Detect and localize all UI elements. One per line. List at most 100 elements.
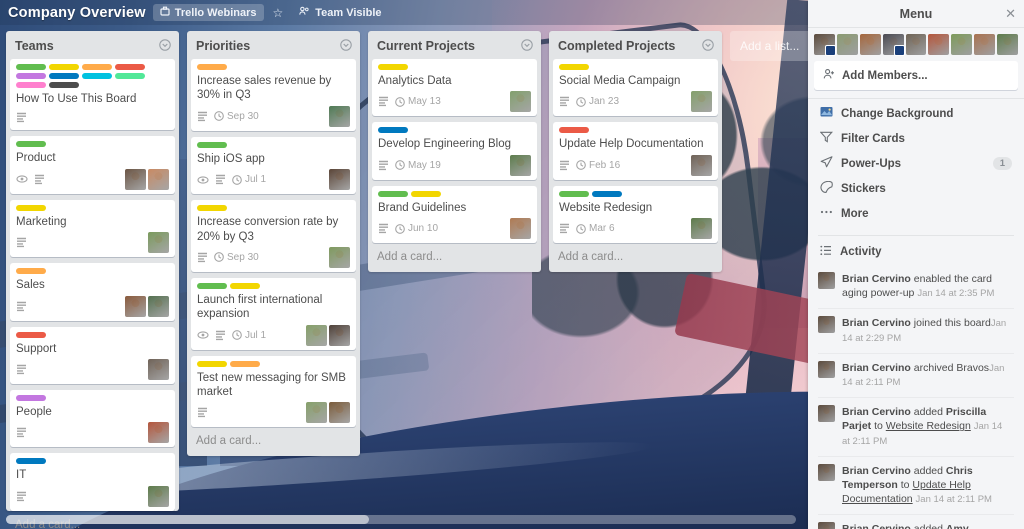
avatar[interactable] xyxy=(148,232,169,254)
activity-card-link[interactable]: Website Redesign xyxy=(886,420,971,432)
card[interactable]: Product xyxy=(10,136,175,194)
due-date-badge[interactable]: Sep 30 xyxy=(214,252,259,263)
member-avatar[interactable] xyxy=(951,34,973,55)
avatar[interactable] xyxy=(818,360,835,378)
card[interactable]: Website Redesign Mar 6 xyxy=(553,185,718,244)
sidebar-item-power-ups[interactable]: Power-Ups 1 xyxy=(808,151,1024,176)
card-label[interactable] xyxy=(559,190,589,197)
visibility-button[interactable]: Team Visible xyxy=(292,4,388,21)
avatar[interactable] xyxy=(818,522,835,529)
due-date-badge[interactable]: Feb 16 xyxy=(576,160,620,171)
avatar[interactable] xyxy=(691,91,712,113)
sidebar-item-stickers[interactable]: Stickers xyxy=(808,176,1024,201)
activity-actor[interactable]: Brian Cervino xyxy=(842,317,911,329)
avatar[interactable] xyxy=(125,168,146,190)
card[interactable]: Support xyxy=(10,326,175,384)
card-label[interactable] xyxy=(16,204,46,211)
card[interactable]: Marketing xyxy=(10,199,175,258)
card-label[interactable] xyxy=(230,360,260,367)
due-date-badge[interactable]: Jan 23 xyxy=(576,96,619,107)
due-date-badge[interactable]: Sep 30 xyxy=(214,111,259,122)
card-label[interactable] xyxy=(411,190,441,197)
avatar[interactable] xyxy=(818,272,835,289)
card-labels[interactable] xyxy=(197,64,350,70)
chevron-down-circle-icon[interactable] xyxy=(340,39,352,53)
card-labels[interactable] xyxy=(16,141,169,148)
avatar[interactable] xyxy=(510,218,531,240)
card-label[interactable] xyxy=(197,282,227,289)
add-card-button[interactable]: Add a card... xyxy=(187,427,360,456)
board-horizontal-scrollbar[interactable] xyxy=(6,515,796,524)
member-avatar[interactable] xyxy=(814,34,836,56)
card-labels[interactable] xyxy=(197,205,350,212)
member-avatar[interactable] xyxy=(997,34,1019,55)
avatar[interactable] xyxy=(148,485,169,507)
avatar[interactable] xyxy=(329,105,350,127)
due-date-badge[interactable]: Jul 1 xyxy=(232,330,266,341)
close-icon[interactable]: ✕ xyxy=(1005,7,1016,20)
card-labels[interactable] xyxy=(197,360,350,367)
card-label[interactable] xyxy=(197,64,227,70)
card-label[interactable] xyxy=(378,190,408,197)
member-avatar[interactable] xyxy=(836,34,858,55)
card-labels[interactable] xyxy=(16,204,169,211)
card[interactable]: Sales xyxy=(10,263,175,321)
card-labels[interactable] xyxy=(16,268,169,275)
card[interactable]: Launch first international expansion Jul … xyxy=(191,277,356,350)
activity-actor[interactable]: Brian Cervino xyxy=(842,465,911,477)
card[interactable]: People xyxy=(10,389,175,448)
avatar[interactable] xyxy=(329,324,350,346)
page-title[interactable]: Company Overview xyxy=(8,5,146,21)
avatar[interactable] xyxy=(818,405,835,423)
card[interactable]: Update Help Documentation Feb 16 xyxy=(553,122,718,180)
card-label[interactable] xyxy=(49,64,79,70)
avatar[interactable] xyxy=(148,295,169,317)
card[interactable]: How To Use This Board xyxy=(10,59,175,131)
due-date-badge[interactable]: Mar 6 xyxy=(576,223,615,234)
card-label[interactable] xyxy=(378,64,408,70)
chevron-down-circle-icon[interactable] xyxy=(159,39,171,53)
scrollbar-thumb[interactable] xyxy=(6,515,370,524)
avatar[interactable] xyxy=(329,246,350,268)
add-card-button[interactable]: Add a card... xyxy=(549,243,722,272)
activity-actor[interactable]: Brian Cervino xyxy=(842,523,911,529)
avatar[interactable] xyxy=(818,315,835,333)
sidebar-item-filter-cards[interactable]: Filter Cards xyxy=(808,126,1024,151)
card-label[interactable] xyxy=(197,360,227,367)
card-label[interactable] xyxy=(16,141,46,148)
card-labels[interactable] xyxy=(378,64,531,70)
activity-actor[interactable]: Brian Cervino xyxy=(842,273,911,285)
card-label[interactable] xyxy=(16,394,46,401)
avatar[interactable] xyxy=(148,358,169,380)
card[interactable]: Increase conversion rate by 20% by Q3 Sep… xyxy=(191,200,356,272)
member-avatar[interactable] xyxy=(882,34,905,56)
due-date-badge[interactable]: May 13 xyxy=(395,96,441,107)
add-card-button[interactable]: Add a card... xyxy=(368,243,541,272)
card-label[interactable] xyxy=(592,190,622,197)
avatar[interactable] xyxy=(691,218,712,240)
add-members-button[interactable]: Add Members... xyxy=(814,61,1018,90)
avatar[interactable] xyxy=(510,91,531,113)
card-labels[interactable] xyxy=(559,127,712,134)
sidebar-menu-items[interactable]: Change Background Filter Cards Power-Ups 1 S… xyxy=(808,98,1024,230)
card-labels[interactable] xyxy=(16,394,169,401)
card-label[interactable] xyxy=(16,82,46,88)
card-labels[interactable] xyxy=(197,141,350,148)
board-lists-container[interactable]: Teams How To Use This Board Product Marketi… xyxy=(0,25,903,529)
card-label[interactable] xyxy=(16,268,46,275)
card[interactable]: Analytics Data May 13 xyxy=(372,59,537,117)
due-date-badge[interactable]: Jun 10 xyxy=(395,223,438,234)
avatar[interactable] xyxy=(510,154,531,176)
avatar[interactable] xyxy=(329,169,350,191)
card-labels[interactable] xyxy=(16,458,169,465)
card-label[interactable] xyxy=(82,64,112,70)
member-avatar[interactable] xyxy=(905,34,927,55)
card-labels[interactable] xyxy=(559,64,712,70)
activity-actor[interactable]: Brian Cervino xyxy=(842,406,911,418)
card-labels[interactable] xyxy=(378,190,531,197)
card-label[interactable] xyxy=(16,64,46,70)
card-label[interactable] xyxy=(115,64,145,70)
card-label[interactable] xyxy=(16,331,46,338)
card-label[interactable] xyxy=(197,141,227,148)
list[interactable]: Priorities Increase sales revenue by 30% … xyxy=(187,31,360,457)
